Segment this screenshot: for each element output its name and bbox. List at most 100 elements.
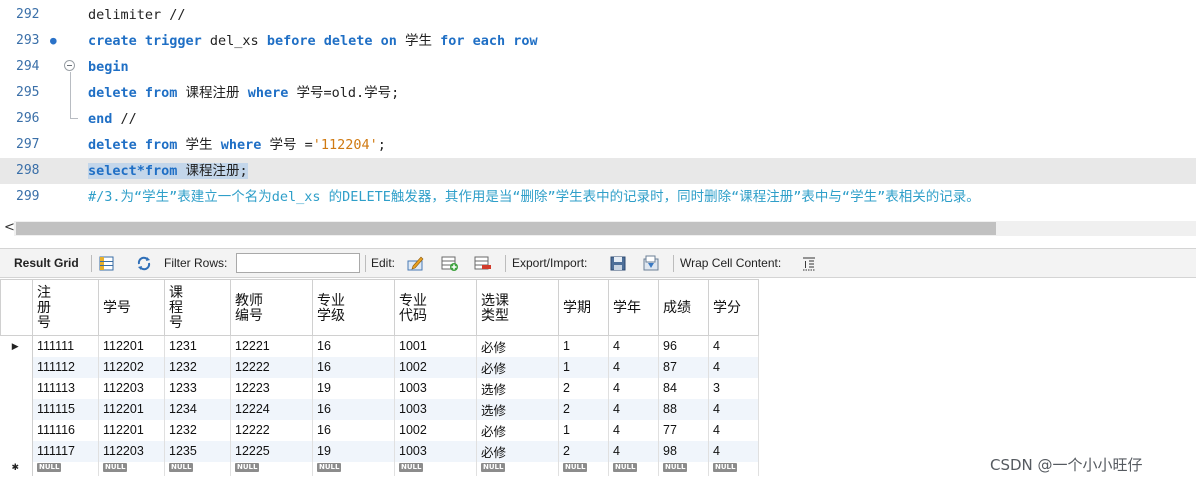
- null-cell[interactable]: NULL: [32, 461, 99, 476]
- table-cell[interactable]: 选修: [476, 398, 559, 420]
- import-icon[interactable]: [642, 255, 660, 272]
- table-cell[interactable]: 4: [608, 377, 659, 399]
- row-header[interactable]: [0, 419, 33, 441]
- table-cell[interactable]: 1232: [164, 419, 231, 441]
- table-cell[interactable]: 12221: [230, 335, 313, 357]
- table-cell[interactable]: 111117: [32, 440, 99, 462]
- fold-collapse-icon[interactable]: [64, 60, 75, 71]
- table-cell[interactable]: 16: [312, 335, 395, 357]
- null-cell[interactable]: NULL: [708, 461, 759, 476]
- table-cell[interactable]: 112203: [98, 377, 165, 399]
- table-cell[interactable]: 1002: [394, 356, 477, 378]
- table-cell[interactable]: 4: [708, 419, 759, 441]
- table-row[interactable]: 111117 112203 1235 12225 19 1003 必修 2 4 98 4: [0, 440, 759, 462]
- table-cell[interactable]: 2: [558, 440, 609, 462]
- export-icon[interactable]: [609, 255, 627, 272]
- table-cell[interactable]: 111112: [32, 356, 99, 378]
- table-cell[interactable]: 3: [708, 377, 759, 399]
- table-cell[interactable]: 1: [558, 419, 609, 441]
- table-cell[interactable]: 2: [558, 398, 609, 420]
- table-cell[interactable]: 1003: [394, 440, 477, 462]
- column-header[interactable]: 教师编号: [230, 279, 313, 336]
- table-cell[interactable]: 111115: [32, 398, 99, 420]
- null-cell[interactable]: NULL: [558, 461, 609, 476]
- row-header[interactable]: [0, 440, 33, 462]
- code-line[interactable]: 293 ● create trigger del_xs before delete …: [0, 28, 1196, 54]
- null-cell[interactable]: NULL: [98, 461, 165, 476]
- null-cell[interactable]: NULL: [230, 461, 313, 476]
- table-cell[interactable]: 88: [658, 398, 709, 420]
- table-row[interactable]: 111115 112201 1234 12224 16 1003 选修 2 4 88 4: [0, 398, 759, 420]
- null-cell[interactable]: NULL: [476, 461, 559, 476]
- result-grid[interactable]: 注册号 学号 课程号 教师编号 专业学级 专业代码 选课类型 学期 学年 成绩 学分 ▶ 111111…: [0, 279, 762, 479]
- table-cell[interactable]: 4: [708, 398, 759, 420]
- filter-rows-input[interactable]: [236, 253, 360, 273]
- column-header[interactable]: 成绩: [658, 279, 709, 336]
- table-cell[interactable]: 16: [312, 356, 395, 378]
- table-cell[interactable]: 12222: [230, 356, 313, 378]
- table-cell[interactable]: 112201: [98, 419, 165, 441]
- table-cell[interactable]: 4: [608, 398, 659, 420]
- current-row-icon[interactable]: ▶: [0, 335, 33, 357]
- table-cell[interactable]: 16: [312, 398, 395, 420]
- row-header[interactable]: [0, 398, 33, 420]
- table-cell[interactable]: 111113: [32, 377, 99, 399]
- table-cell[interactable]: 111116: [32, 419, 99, 441]
- table-cell[interactable]: 必修: [476, 356, 559, 378]
- table-cell[interactable]: 必修: [476, 335, 559, 357]
- table-cell[interactable]: 12225: [230, 440, 313, 462]
- table-cell[interactable]: 19: [312, 377, 395, 399]
- code-line[interactable]: 297 delete from 学生 where 学号 ='112204';: [0, 132, 1196, 158]
- table-cell[interactable]: 1: [558, 356, 609, 378]
- code-line[interactable]: 292 delimiter //: [0, 2, 1196, 28]
- table-cell[interactable]: 1231: [164, 335, 231, 357]
- new-row-icon[interactable]: ✱: [0, 461, 33, 476]
- table-cell[interactable]: 112201: [98, 335, 165, 357]
- column-header[interactable]: 学期: [558, 279, 609, 336]
- grid-layout-icon[interactable]: [98, 255, 116, 272]
- column-header[interactable]: 学年: [608, 279, 659, 336]
- table-cell[interactable]: 1232: [164, 356, 231, 378]
- result-grid-tab[interactable]: Result Grid: [14, 249, 79, 277]
- table-row[interactable]: ▶ 111111 112201 1231 12221 16 1001 必修 1 4 96 4: [0, 335, 759, 357]
- editor-horizontal-scrollbar[interactable]: <: [0, 218, 1196, 240]
- table-cell[interactable]: 选修: [476, 377, 559, 399]
- table-cell[interactable]: 96: [658, 335, 709, 357]
- column-header[interactable]: 专业代码: [394, 279, 477, 336]
- column-header[interactable]: 课程号: [164, 279, 231, 336]
- table-cell[interactable]: 111111: [32, 335, 99, 357]
- table-cell[interactable]: 4: [708, 335, 759, 357]
- table-cell[interactable]: 16: [312, 419, 395, 441]
- scroll-thumb[interactable]: [16, 222, 996, 235]
- column-header[interactable]: 专业学级: [312, 279, 395, 336]
- table-cell[interactable]: 4: [608, 356, 659, 378]
- edit-row-icon[interactable]: [407, 255, 425, 272]
- table-cell[interactable]: 4: [608, 419, 659, 441]
- table-cell[interactable]: 4: [608, 335, 659, 357]
- table-cell[interactable]: 1: [558, 335, 609, 357]
- table-cell[interactable]: 4: [708, 440, 759, 462]
- table-row[interactable]: 111112 112202 1232 12222 16 1002 必修 1 4 87 4: [0, 356, 759, 378]
- table-cell[interactable]: 1233: [164, 377, 231, 399]
- table-cell[interactable]: 112202: [98, 356, 165, 378]
- null-cell[interactable]: NULL: [608, 461, 659, 476]
- null-cell[interactable]: NULL: [164, 461, 231, 476]
- table-cell[interactable]: 112201: [98, 398, 165, 420]
- null-cell[interactable]: NULL: [658, 461, 709, 476]
- table-cell[interactable]: 19: [312, 440, 395, 462]
- table-cell[interactable]: 1235: [164, 440, 231, 462]
- code-line[interactable]: 296 end //: [0, 106, 1196, 132]
- table-cell[interactable]: 1234: [164, 398, 231, 420]
- row-header[interactable]: [0, 356, 33, 378]
- null-cell[interactable]: NULL: [312, 461, 395, 476]
- table-cell[interactable]: 12222: [230, 419, 313, 441]
- table-cell[interactable]: 4: [608, 440, 659, 462]
- table-cell[interactable]: 77: [658, 419, 709, 441]
- table-cell[interactable]: 1002: [394, 419, 477, 441]
- table-cell[interactable]: 1003: [394, 377, 477, 399]
- table-cell[interactable]: 12223: [230, 377, 313, 399]
- table-cell[interactable]: 1001: [394, 335, 477, 357]
- table-row[interactable]: 111116 112201 1232 12222 16 1002 必修 1 4 77 4: [0, 419, 759, 441]
- row-header[interactable]: [0, 377, 33, 399]
- code-line[interactable]: 294 begin: [0, 54, 1196, 80]
